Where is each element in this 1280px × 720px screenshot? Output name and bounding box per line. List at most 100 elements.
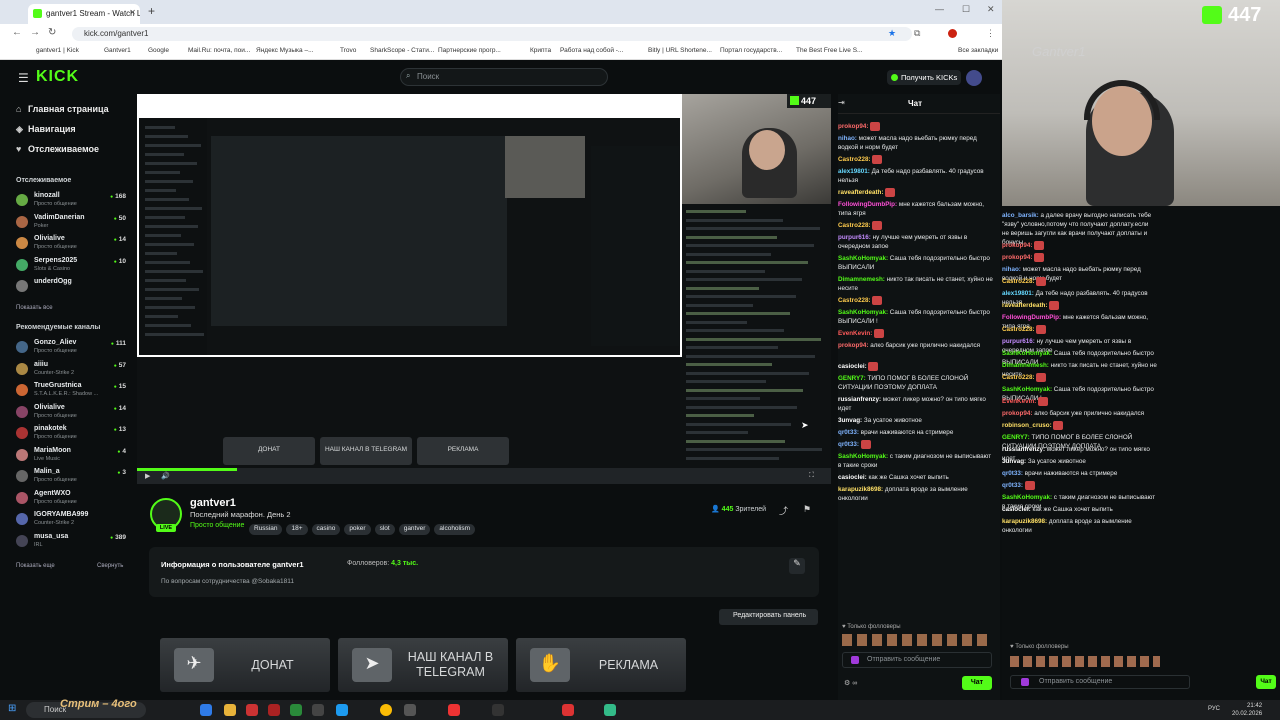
reload-icon[interactable]: ↻ [48,27,56,38]
taskbar-app-icon[interactable] [562,704,574,716]
chat-username[interactable]: purpur616: [1002,338,1035,345]
chat-username[interactable]: russianfrenzy: [1002,446,1045,453]
taskbar-app-icon[interactable] [404,704,416,716]
nav-home[interactable]: ⌂ Главная страница [16,104,109,114]
stream-category[interactable]: Просто общение [190,522,244,529]
chat-username[interactable]: Castro228: [1002,326,1035,333]
close-tab-icon[interactable]: ✕ [129,8,136,17]
chat-username[interactable]: raveafterdeath: [1002,302,1048,309]
chat-username[interactable]: prokop94: [1002,242,1032,249]
edit-panel-button[interactable]: Редактировать панель [719,609,818,625]
bookmark-item[interactable]: Trovo [340,47,356,54]
show-all-link[interactable]: Показать все [16,305,53,311]
recommended-channel[interactable]: AgentWXO Просто общение [16,490,130,510]
chat-username[interactable]: SashKoHomyak: [1002,494,1052,501]
menu-hamburger-icon[interactable]: ☰ [18,71,29,85]
extensions-icon[interactable]: ⧉ [914,28,920,39]
chat-username[interactable]: 3unvag: [1002,458,1026,465]
chat-send-button[interactable]: Чат [962,676,992,690]
followed-channel[interactable]: kinozall Просто общение 168 [16,192,130,212]
stream-tag[interactable]: poker [344,524,371,535]
bookmark-item[interactable]: Mail.Ru: почта, пои... [188,47,250,54]
forward-icon[interactable]: → [30,27,40,38]
stream-tag[interactable]: Russian [249,524,283,535]
stream-tag[interactable]: slot [374,524,395,535]
bookmark-item[interactable]: The Best Free Live S... [796,47,862,54]
chat-username[interactable]: qr0t33: [1002,482,1023,489]
fullscreen-icon[interactable]: ⛶ [809,472,814,480]
bookmark-item[interactable]: Google [148,47,169,54]
recommended-channel[interactable]: Malin_a Просто общение 3 [16,468,130,488]
collapse-link[interactable]: Свернуть [97,563,123,569]
system-clock[interactable]: 21:42 20.02.2026 [1232,702,1262,718]
chat-username[interactable]: SashKoHomyak: [1002,386,1052,393]
recommended-channel[interactable]: Gonzo_Aliev Просто общение 111 [16,339,130,359]
chat-username[interactable]: SashKoHomyak: [838,255,888,262]
chat-username[interactable]: SashKoHomyak: [838,309,888,316]
language-indicator[interactable]: РУС [1208,706,1220,712]
chat-username[interactable]: casioclei: [1002,506,1031,513]
chat-username[interactable]: EvenKevin: [1002,398,1036,405]
bookmark-item[interactable]: gantver1 | Kick [36,47,79,54]
nav-browse[interactable]: ◈ Навигация [16,124,76,135]
chat-username[interactable]: alex19801: [838,168,870,175]
play-icon[interactable]: ▶ [145,472,150,480]
recommended-channel[interactable]: OlivialiveПросто общение 14 [16,404,130,424]
chat-username[interactable]: alex19801: [1002,290,1034,297]
new-tab-icon[interactable]: + [148,4,155,18]
chat-username[interactable]: nihao: [838,135,857,142]
nav-following[interactable]: ♥ Отслеживаемое [16,144,99,154]
followed-channel[interactable]: Olivialive Просто общение 14 [16,235,130,255]
taskbar-app-icon[interactable] [492,704,504,716]
bookmark-item[interactable]: Партнерские прогр... [438,47,501,54]
chat-username[interactable]: prokop94: [1002,410,1032,417]
taskbar-app-icon[interactable] [246,704,258,716]
chat-username[interactable]: Castro228: [1002,374,1035,381]
followed-channel[interactable]: Serpens2025Slots & Casino 10 [16,257,130,277]
bookmark-item[interactable]: Крипта [530,47,551,54]
chat-username[interactable]: SashKoHomyak: [1002,350,1052,357]
collapse-chat-icon[interactable]: ⇥ [838,98,845,107]
user-avatar[interactable] [966,70,982,86]
emote-row[interactable] [842,634,992,646]
minimize-icon[interactable]: — [935,4,944,14]
chat-username[interactable]: nihao: [1002,266,1021,273]
back-icon[interactable]: ← [12,27,22,38]
browser-tab[interactable]: gantver1 Stream - Watch Live ... ✕ [28,4,140,24]
chat-username[interactable]: Castro228: [1002,278,1035,285]
recommended-channel[interactable]: aiiiuCounter-Strike 2 57 [16,361,130,381]
stream-tag[interactable]: gantver [398,524,431,535]
chat-username[interactable]: Dimamnemesh: [1002,362,1049,369]
show-more-link[interactable]: Показать еще [16,563,55,569]
search-input[interactable]: ⌕ Поиск [400,68,608,86]
bookmark-item[interactable]: Яндекс Музыка –... [256,47,314,54]
emote-picker-icon[interactable] [851,656,859,664]
chat-username[interactable]: Castro228: [838,156,871,163]
close-window-icon[interactable]: ✕ [987,4,995,15]
get-kicks-button[interactable]: Получить KICKs [887,70,961,85]
chat-username[interactable]: Castro228: [838,222,871,229]
recommended-channel[interactable]: MariaMoonLive Music 4 [16,447,130,467]
url-field[interactable]: kick.com/gantver1 [72,27,912,41]
chat-username[interactable]: qr0t33: [1002,470,1023,477]
chat-tools-icon[interactable]: ⚙ ∞ [844,679,857,687]
taskbar-app-icon[interactable] [312,704,324,716]
chat-username[interactable]: FollowingDumbPip: [838,201,897,208]
telegram-panel[interactable]: ➤ НАШ КАНАЛ В TELEGRAM [338,638,508,692]
windows-start-icon[interactable]: ⊞ [8,703,16,714]
taskbar-app-icon[interactable] [448,704,460,716]
chat-username[interactable]: qr0t33: [838,429,859,436]
video-player[interactable]: 447 ДОНАТ НАШ КАНАЛ В TELEGRAM РЕКЛАМА ➤… [137,94,831,484]
chat-username[interactable]: casioclei: [838,474,867,481]
chat-username[interactable]: FollowingDumbPip: [1002,314,1061,321]
chrome-icon[interactable] [380,704,392,716]
volume-icon[interactable]: 🔊 [161,472,170,480]
chat-username[interactable]: Castro228: [838,297,871,304]
chat-username[interactable]: casioclei: [838,363,867,370]
chat-username[interactable]: 3unvag: [838,417,862,424]
bookmark-item[interactable]: Портал государств... [720,47,782,54]
bookmark-item[interactable]: Работа над собой -... [560,47,623,54]
chat-username[interactable]: robinson_cruso: [1002,422,1052,429]
donate-panel[interactable]: ✈ ДОНАТ [160,638,330,692]
chat-username[interactable]: EvenKevin: [838,330,872,337]
